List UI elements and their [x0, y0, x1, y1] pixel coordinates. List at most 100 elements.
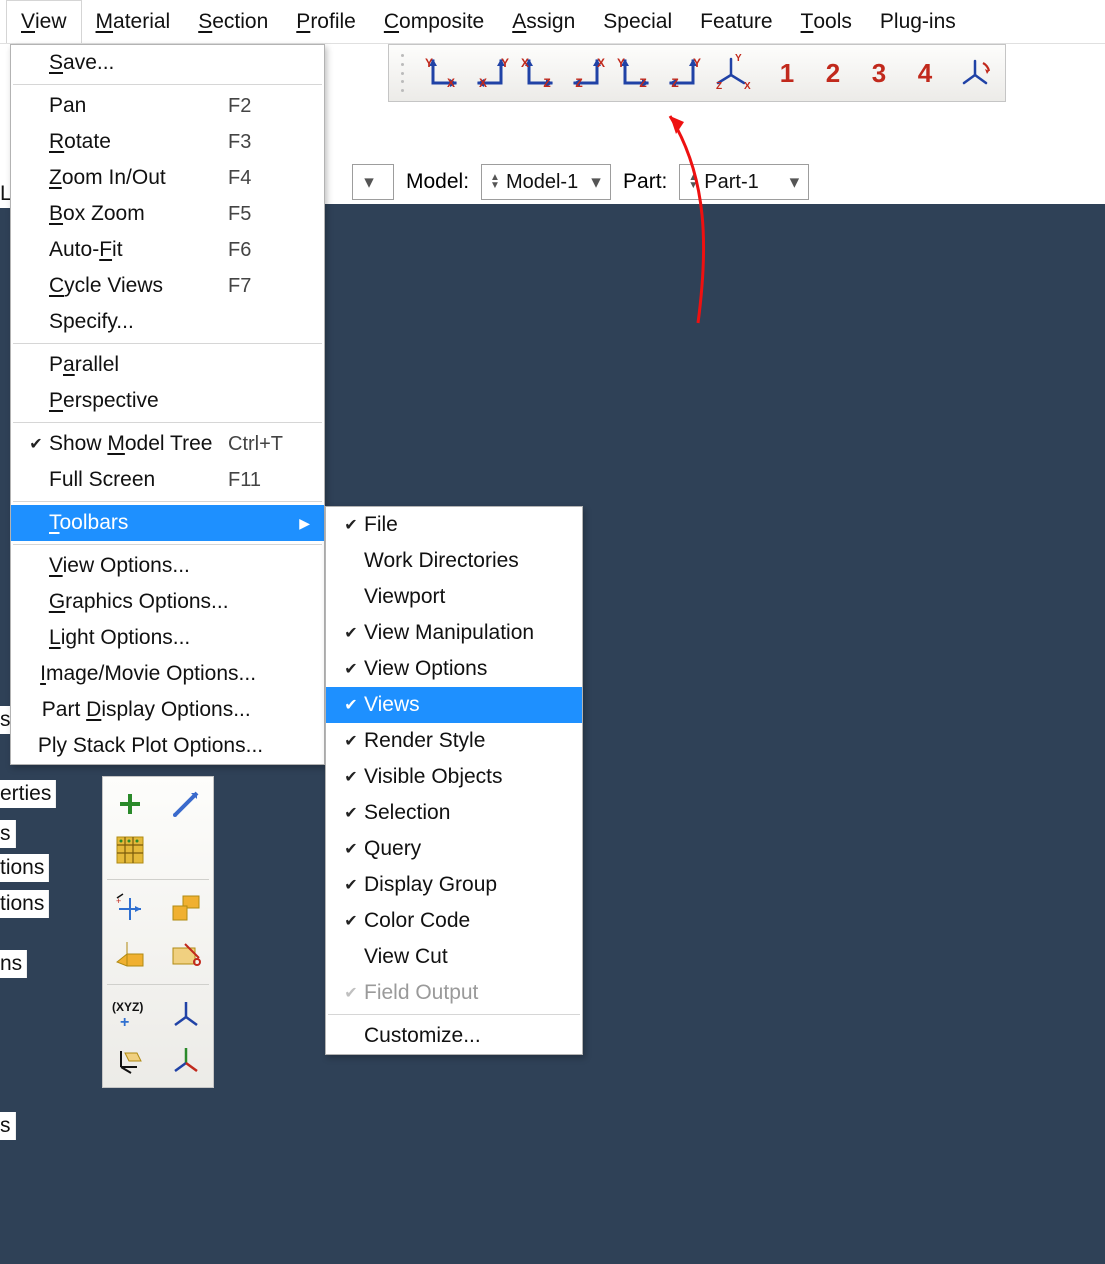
menu-item-graphics-options[interactable]: Graphics Options...: [11, 584, 324, 620]
submenu-item-render-style[interactable]: ✔Render Style: [326, 723, 582, 759]
submenu-item-view-manipulation[interactable]: ✔View Manipulation: [326, 615, 582, 651]
svg-text:X: X: [744, 81, 751, 92]
user-view-4-button[interactable]: 4: [907, 58, 943, 89]
view-xy-front-button[interactable]: XY: [421, 52, 465, 94]
check-icon: ✔: [23, 434, 49, 454]
menu-item-zoom-in-out[interactable]: Zoom In/OutF4: [11, 160, 324, 196]
tree-fragment: ns: [0, 950, 27, 978]
model-combo[interactable]: ▲▼ Model-1 ▾: [481, 164, 611, 200]
menu-item-cycle-views[interactable]: Cycle ViewsF7: [11, 268, 324, 304]
menu-item-specify[interactable]: Specify...: [11, 304, 324, 340]
check-icon: ✔: [338, 983, 364, 1003]
menu-item-shortcut: F3: [228, 131, 310, 154]
submenu-item-view-cut[interactable]: View Cut: [326, 939, 582, 975]
menu-item-label: Ply Stack Plot Options...: [38, 734, 263, 758]
svg-text:Y: Y: [693, 56, 701, 70]
triad2-button[interactable]: [163, 1039, 209, 1081]
menu-composite[interactable]: Composite: [370, 0, 498, 43]
menu-item-box-zoom[interactable]: Box ZoomF5: [11, 196, 324, 232]
menu-profile[interactable]: Profile: [282, 0, 370, 43]
menu-item-image-movie-options[interactable]: Image/Movie Options...: [11, 656, 324, 692]
menu-material[interactable]: Material: [82, 0, 185, 43]
submenu-item-label: Viewport: [364, 585, 568, 609]
menu-special[interactable]: Special: [589, 0, 686, 43]
svg-text:Z: Z: [716, 81, 722, 92]
view-yz-right-button[interactable]: ZY: [661, 52, 705, 94]
toolbars-submenu: ✔FileWork DirectoriesViewport✔View Manip…: [325, 506, 583, 1055]
save-view-button[interactable]: [953, 52, 997, 94]
xyz-coord-button[interactable]: (XYZ)+: [107, 993, 153, 1035]
menu-plug-ins[interactable]: Plug-ins: [866, 0, 970, 43]
toolbox-separator: [107, 984, 209, 985]
menu-item-label: Specify...: [49, 310, 228, 334]
module-combo[interactable]: ▾: [352, 164, 394, 200]
submenu-item-views[interactable]: ✔Views: [326, 687, 582, 723]
menu-item-full-screen[interactable]: Full ScreenF11: [11, 462, 324, 498]
menu-item-rotate[interactable]: RotateF3: [11, 124, 324, 160]
view-yz-left-button[interactable]: ZY: [613, 52, 657, 94]
menu-item-auto-fit[interactable]: Auto-FitF6: [11, 232, 324, 268]
submenu-item-selection[interactable]: ✔Selection: [326, 795, 582, 831]
user-view-1-button[interactable]: 1: [769, 58, 805, 89]
submenu-item-label: View Manipulation: [364, 621, 568, 645]
submenu-item-file[interactable]: ✔File: [326, 507, 582, 543]
submenu-item-label: Query: [364, 837, 568, 861]
part-label: Part:: [623, 170, 667, 194]
hatch-button[interactable]: [107, 829, 153, 871]
model-label: Model:: [406, 170, 469, 194]
menu-separator: [13, 343, 322, 344]
axis-system-button[interactable]: [107, 1039, 153, 1081]
menu-item-label: View Options...: [49, 554, 228, 578]
toolbar-grip[interactable]: [401, 54, 407, 92]
triad-button[interactable]: [163, 993, 209, 1035]
menu-tools[interactable]: Tools: [787, 0, 866, 43]
menu-item-part-display-options[interactable]: Part Display Options...: [11, 692, 324, 728]
user-view-3-button[interactable]: 3: [861, 58, 897, 89]
view-xz-top-button[interactable]: ZX: [565, 52, 609, 94]
part-combo[interactable]: ▲▼ Part-1 ▾: [679, 164, 809, 200]
check-icon: ✔: [338, 731, 364, 751]
menu-item-shortcut: F5: [228, 203, 310, 226]
menu-feature[interactable]: Feature: [686, 0, 786, 43]
view-xy-back-button[interactable]: XY: [469, 52, 513, 94]
menu-item-parallel[interactable]: Parallel: [11, 347, 324, 383]
menu-item-toolbars[interactable]: Toolbars▶: [11, 505, 324, 541]
user-view-2-button[interactable]: 2: [815, 58, 851, 89]
datum-cut-button[interactable]: [163, 934, 209, 976]
menu-item-pan[interactable]: PanF2: [11, 88, 324, 124]
menu-item-show-model-tree[interactable]: ✔Show Model TreeCtrl+T: [11, 426, 324, 462]
submenu-item-viewport[interactable]: Viewport: [326, 579, 582, 615]
submenu-item-query[interactable]: ✔Query: [326, 831, 582, 867]
view-menu-dropdown: Save... PanF2RotateF3Zoom In/OutF4Box Zoo…: [10, 44, 325, 765]
view-iso-button[interactable]: YZX: [709, 52, 753, 94]
menu-assign[interactable]: Assign: [498, 0, 589, 43]
menu-item-save[interactable]: Save...: [11, 45, 324, 81]
menu-item-light-options[interactable]: Light Options...: [11, 620, 324, 656]
menu-separator: [328, 1014, 580, 1015]
menu-item-perspective[interactable]: Perspective: [11, 383, 324, 419]
submenu-item-label: File: [364, 513, 568, 537]
menu-view[interactable]: View: [6, 0, 82, 43]
submenu-item-visible-objects[interactable]: ✔Visible Objects: [326, 759, 582, 795]
submenu-item-color-code[interactable]: ✔Color Code: [326, 903, 582, 939]
submenu-item-display-group[interactable]: ✔Display Group: [326, 867, 582, 903]
menu-item-label: Part Display Options...: [42, 698, 251, 722]
submenu-item-customize[interactable]: Customize...: [326, 1018, 582, 1054]
menu-item-ply-stack-plot-options[interactable]: Ply Stack Plot Options...: [11, 728, 324, 764]
tree-fragment: tions: [0, 854, 49, 882]
menu-item-view-options[interactable]: View Options...: [11, 548, 324, 584]
datum-axis-button[interactable]: [163, 888, 209, 930]
menu-item-label: Toolbars: [49, 511, 212, 535]
edit-button[interactable]: [163, 783, 209, 825]
submenu-item-view-options[interactable]: ✔View Options: [326, 651, 582, 687]
menu-section[interactable]: Section: [184, 0, 282, 43]
menu-item-label: Parallel: [49, 353, 228, 377]
datum-point-button[interactable]: +: [107, 888, 153, 930]
submenu-item-label: Display Group: [364, 873, 568, 897]
tree-fragment: erties: [0, 780, 56, 808]
create-button[interactable]: [107, 783, 153, 825]
view-xz-bottom-button[interactable]: ZX: [517, 52, 561, 94]
menu-item-label: Pan: [49, 94, 228, 118]
submenu-item-work-directories[interactable]: Work Directories: [326, 543, 582, 579]
datum-plane-button[interactable]: [107, 934, 153, 976]
